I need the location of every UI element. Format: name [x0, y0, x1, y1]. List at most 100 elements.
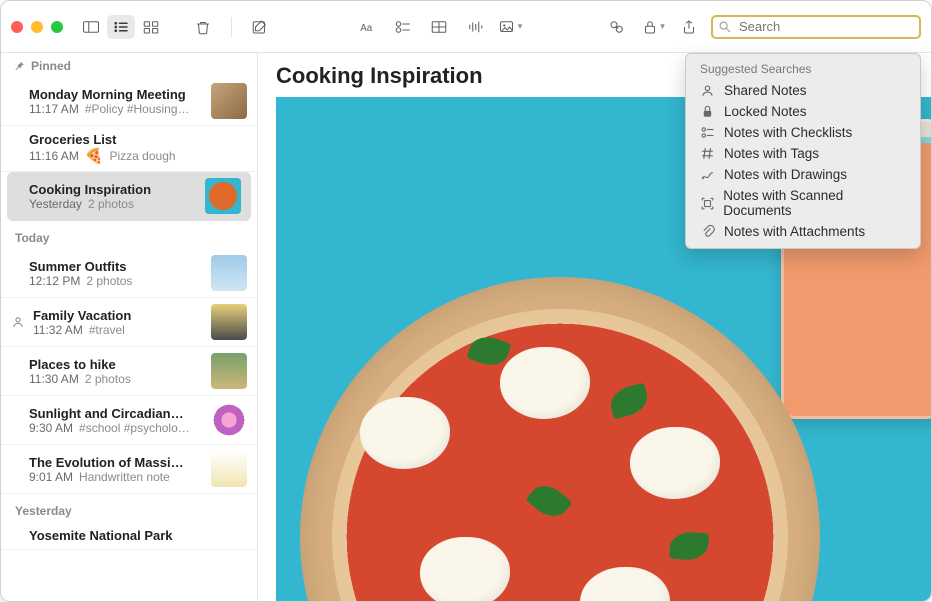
- note-list-item[interactable]: Groceries List 11:16 AM 🍕 Pizza dough: [1, 126, 257, 172]
- note-item-meta: 2 photos: [86, 274, 132, 288]
- note-thumbnail: [211, 255, 247, 291]
- window-controls: [11, 21, 63, 33]
- pizza: [300, 277, 820, 601]
- note-item-time: 12:12 PM: [29, 274, 80, 288]
- note-list-item[interactable]: Sunlight and Circadian… 9:30 AM #school #…: [1, 396, 257, 445]
- note-item-title: Places to hike: [29, 357, 203, 372]
- close-window-button[interactable]: [11, 21, 23, 33]
- lock-icon: [700, 104, 716, 119]
- link-note-button[interactable]: [603, 15, 631, 39]
- pinned-section-header: Pinned: [1, 53, 257, 77]
- tag-icon: [700, 146, 716, 161]
- note-item-title: Cooking Inspiration: [29, 182, 197, 197]
- note-item-meta: #Policy #Housing…: [85, 102, 190, 116]
- new-note-button[interactable]: [246, 15, 274, 39]
- suggested-search-checklists[interactable]: Notes with Checklists: [690, 122, 916, 143]
- toolbar-divider: [231, 17, 232, 37]
- note-thumbnail: [205, 178, 241, 214]
- shared-icon: [700, 83, 716, 98]
- search-field-wrap: [711, 15, 921, 39]
- suggested-item-label: Notes with Drawings: [724, 167, 847, 182]
- note-item-meta: Handwritten note: [79, 470, 170, 484]
- suggested-search-drawings[interactable]: Notes with Drawings: [690, 164, 916, 185]
- note-item-meta: #travel: [89, 323, 125, 337]
- view-switcher: [77, 15, 165, 39]
- checklist-button[interactable]: [389, 15, 417, 39]
- note-item-meta: #school #psycholo…: [79, 421, 190, 435]
- svg-text:Aa: Aa: [360, 22, 373, 33]
- media-menu-button[interactable]: ▾: [497, 15, 525, 39]
- note-item-title: The Evolution of Massi…: [29, 455, 203, 470]
- yesterday-section-header: Yesterday: [1, 494, 257, 522]
- app-window: Aa ▾ ▾ Pinned Monday Morning Meeting 11:…: [0, 0, 932, 602]
- minimize-window-button[interactable]: [31, 21, 43, 33]
- suggested-search-scanned[interactable]: Notes with Scanned Documents: [690, 185, 916, 221]
- suggested-item-label: Notes with Tags: [724, 146, 819, 161]
- content-area: Pinned Monday Morning Meeting 11:17 AM #P…: [1, 53, 931, 601]
- note-item-time: Yesterday: [29, 197, 82, 211]
- gallery-view-button[interactable]: [137, 15, 165, 39]
- attachment-icon: [700, 224, 716, 239]
- note-list-item[interactable]: Family Vacation 11:32 AM #travel: [1, 298, 257, 347]
- list-view-button[interactable]: [107, 15, 135, 39]
- pizza-icon: 🍕: [85, 147, 104, 165]
- delete-note-button[interactable]: [189, 15, 217, 39]
- note-list-item[interactable]: Summer Outfits 12:12 PM 2 photos: [1, 249, 257, 298]
- notes-list-sidebar: Pinned Monday Morning Meeting 11:17 AM #P…: [1, 53, 258, 601]
- suggested-item-label: Notes with Checklists: [724, 125, 852, 140]
- note-item-title: Yosemite National Park: [29, 528, 247, 543]
- note-thumbnail: [211, 451, 247, 487]
- suggested-searches-header: Suggested Searches: [690, 60, 916, 80]
- lock-menu-button[interactable]: ▾: [639, 15, 667, 39]
- chevron-down-icon: ▾: [518, 21, 523, 32]
- share-button[interactable]: [675, 15, 703, 39]
- note-list-item[interactable]: Monday Morning Meeting 11:17 AM #Policy #…: [1, 77, 257, 126]
- chevron-down-icon: ▾: [660, 21, 665, 32]
- audio-button[interactable]: [461, 15, 489, 39]
- note-item-time: 11:30 AM: [29, 372, 79, 386]
- note-item-time: 11:16 AM: [29, 149, 79, 163]
- note-item-title: Summer Outfits: [29, 259, 203, 274]
- note-item-time: 11:17 AM: [29, 102, 79, 116]
- suggested-search-tags[interactable]: Notes with Tags: [690, 143, 916, 164]
- suggested-searches-panel: Suggested Searches Shared Notes Locked N…: [685, 53, 921, 249]
- toggle-sidebar-button[interactable]: [77, 15, 105, 39]
- suggested-item-label: Notes with Attachments: [724, 224, 865, 239]
- note-list-item[interactable]: Yosemite National Park: [1, 522, 257, 550]
- note-item-time: 11:32 AM: [33, 323, 83, 337]
- format-button[interactable]: Aa: [353, 15, 381, 39]
- note-thumbnail: [211, 304, 247, 340]
- note-item-meta: 2 photos: [88, 197, 134, 211]
- note-item-title: Monday Morning Meeting: [29, 87, 203, 102]
- drawing-icon: [700, 167, 716, 182]
- suggested-search-locked-notes[interactable]: Locked Notes: [690, 101, 916, 122]
- note-list-item[interactable]: The Evolution of Massi… 9:01 AM Handwritt…: [1, 445, 257, 494]
- note-item-meta: 2 photos: [85, 372, 131, 386]
- search-input[interactable]: [711, 15, 921, 39]
- suggested-search-attachments[interactable]: Notes with Attachments: [690, 221, 916, 242]
- shared-icon: [11, 315, 25, 329]
- note-item-time: 9:01 AM: [29, 470, 73, 484]
- suggested-item-label: Notes with Scanned Documents: [723, 188, 906, 218]
- pin-icon: [13, 60, 25, 72]
- note-list-item[interactable]: Places to hike 11:30 AM 2 photos: [1, 347, 257, 396]
- suggested-item-label: Shared Notes: [724, 83, 807, 98]
- note-item-title: Groceries List: [29, 132, 247, 147]
- note-item-title: Sunlight and Circadian…: [29, 406, 203, 421]
- note-thumbnail: [211, 353, 247, 389]
- note-item-title: Family Vacation: [33, 308, 203, 323]
- note-item-meta: Pizza dough: [110, 149, 176, 163]
- note-list-item-selected[interactable]: Cooking Inspiration Yesterday 2 photos: [7, 172, 251, 221]
- note-item-time: 9:30 AM: [29, 421, 73, 435]
- zoom-window-button[interactable]: [51, 21, 63, 33]
- suggested-search-shared-notes[interactable]: Shared Notes: [690, 80, 916, 101]
- suggested-item-label: Locked Notes: [724, 104, 807, 119]
- note-thumbnail: [211, 83, 247, 119]
- checklist-icon: [700, 125, 716, 140]
- today-section-header: Today: [1, 221, 257, 249]
- pinned-label: Pinned: [31, 59, 71, 73]
- table-button[interactable]: [425, 15, 453, 39]
- note-thumbnail: [211, 402, 247, 438]
- scan-icon: [700, 196, 715, 211]
- search-icon: [718, 20, 732, 39]
